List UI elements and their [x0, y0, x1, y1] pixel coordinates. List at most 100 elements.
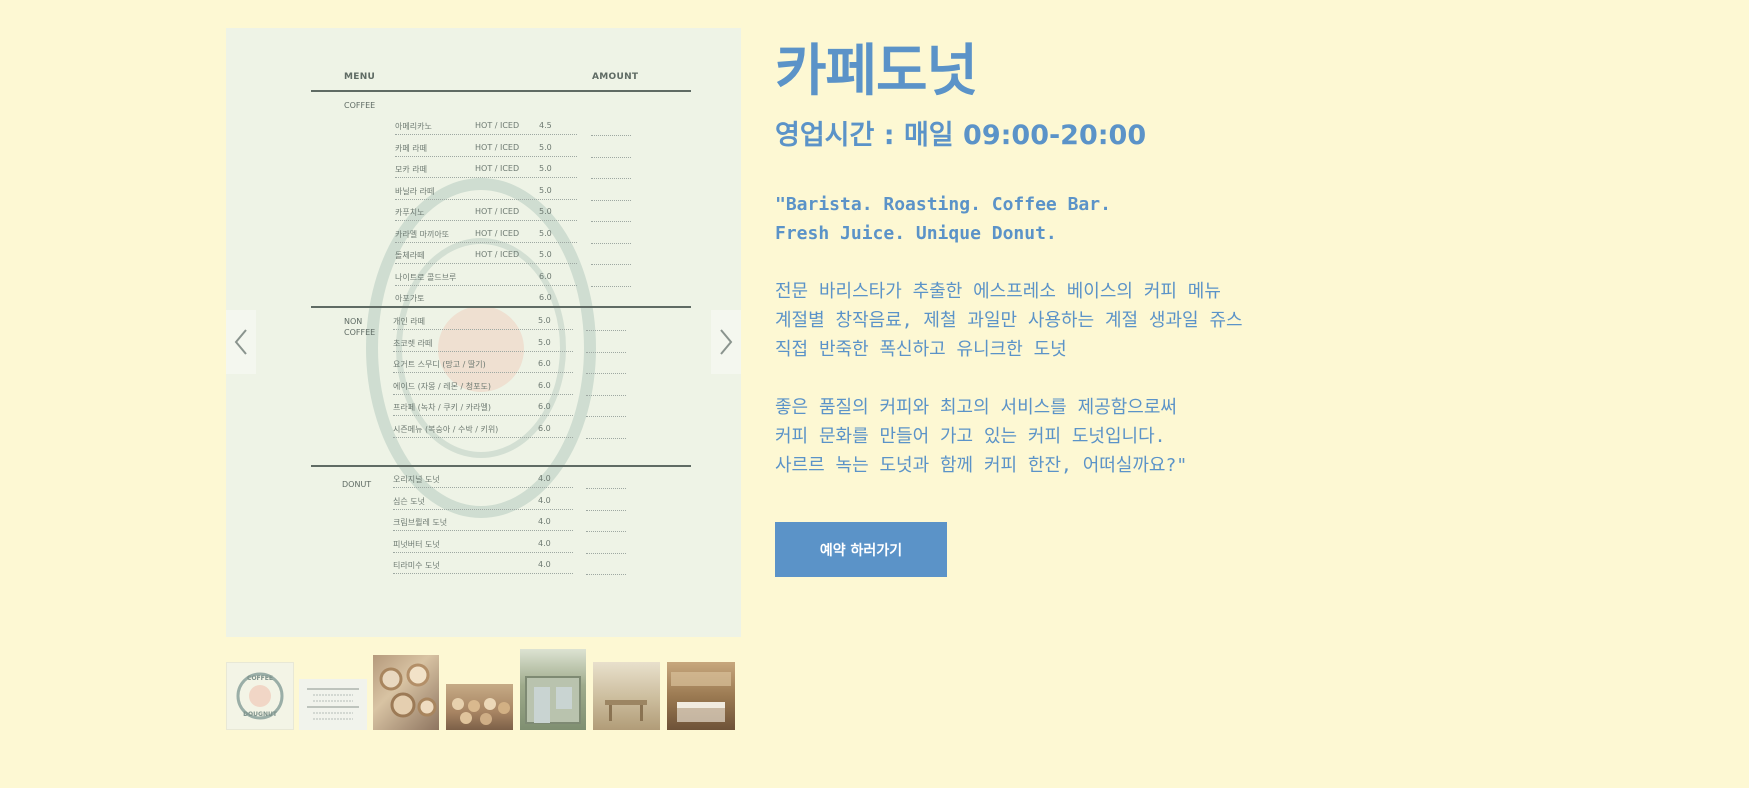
section-rule [311, 306, 691, 308]
menu-item-row: 요거트 스무디 (망고 / 딸기) 6.0 [393, 358, 573, 373]
cafe-title: 카페도넛 [775, 39, 978, 104]
menu-item-price: 6.0 [538, 423, 551, 433]
menu-item-row: 카페 라떼 HOT / ICED 5.0 [395, 142, 577, 157]
business-hours: 영업시간 : 매일 09:00-20:00 [775, 120, 1147, 151]
menu-amount-line [586, 573, 626, 575]
menu-amount-line [591, 177, 631, 179]
menu-item-name: 오리지널 도넛 [393, 475, 440, 484]
menu-item-name: 카라멜 마끼아또 [395, 229, 450, 239]
menu-item-name: 크림브륄레 도넛 [393, 518, 448, 527]
category-coffee: COFFEE [344, 101, 376, 110]
menu-item-row: 오리지널 도넛 4.0 [393, 473, 573, 488]
menu-amount-line [586, 509, 626, 511]
interior-bar-photo-icon [671, 672, 731, 722]
chevron-right-icon [720, 329, 733, 355]
reserve-button[interactable]: 예약 하러가기 [775, 522, 947, 577]
coffee-dougnut-logo-icon: COFFEE DOUGNUT [236, 672, 284, 720]
thumbnail-logo[interactable]: COFFEE DOUGNUT [226, 662, 294, 730]
prev-image-button[interactable] [226, 310, 256, 374]
category-non-coffee: NON COFFEE [344, 317, 376, 337]
menu-item-price: 4.5 [539, 121, 552, 130]
chevron-left-icon [234, 329, 247, 355]
menu-item-row: 초코렛 라떼 5.0 [393, 337, 573, 352]
menu-amount-line [591, 263, 631, 265]
section-rule [311, 90, 691, 92]
menu-item-name: 카푸치노 [395, 208, 425, 217]
menu-item-row: 크림브륄레 도넛 4.0 [393, 516, 573, 531]
image-gallery: MENU AMOUNT COFFEE 아메리카노 HOT / ICED 4.5 카페 … [226, 28, 741, 637]
menu-amount-line [591, 199, 631, 201]
menu-item-price: 4.0 [538, 560, 551, 569]
svg-text:DOUGNUT: DOUGNUT [243, 711, 278, 718]
menu-item-row: 아포가토 6.0 [395, 292, 577, 307]
thumbnail-menu[interactable] [299, 679, 367, 730]
menu-amount-line [586, 530, 626, 532]
menu-amount-line [586, 415, 626, 417]
menu-item-name: 초코렛 라떼 [393, 338, 433, 348]
menu-item-name: 피넛버터 도넛 [393, 539, 440, 549]
menu-item-name: 시즌메뉴 (복숭아 / 수박 / 키위) [393, 424, 499, 434]
menu-header: MENU [344, 72, 376, 82]
thumbnail-strip: COFFEE DOUGNUT [226, 646, 741, 730]
menu-item-price: 5.0 [539, 250, 552, 259]
menu-item-price: 6.0 [539, 293, 552, 302]
menu-item-row: 시즌메뉴 (복숭아 / 수박 / 키위) 6.0 [393, 423, 573, 438]
menu-item-name: 돌체라떼 [395, 251, 425, 260]
menu-item-temp: HOT / ICED [475, 142, 520, 152]
menu-item-price: 5.0 [539, 207, 552, 216]
thumbnail-donuts-box[interactable] [373, 655, 439, 730]
menu-item-temp: HOT / ICED [475, 228, 520, 238]
menu-item-price: 5.0 [539, 164, 552, 173]
menu-item-price: 4.0 [538, 474, 551, 483]
menu-item-name: 나이트로 콜드브루 [395, 272, 457, 282]
menu-item-name: 티라미수 도넛 [393, 561, 440, 570]
menu-item-temp: HOT / ICED [475, 121, 520, 130]
menu-item-price: 5.0 [539, 228, 552, 238]
description-paragraph-2: 좋은 품질의 커피와 최고의 서비스를 제공함으로써 커피 문화를 만들어 가고… [775, 397, 1188, 476]
interior-seating-photo-icon [605, 700, 647, 721]
thumbnail-storefront[interactable] [520, 649, 586, 730]
menu-item-temp: HOT / ICED [475, 164, 520, 173]
menu-item-temp: HOT / ICED [475, 250, 520, 259]
menu-item-price: 6.0 [538, 380, 551, 390]
next-image-button[interactable] [711, 310, 741, 374]
description-paragraph-1: 전문 바리스타가 추출한 에스프레소 베이스의 커피 메뉴 계절별 창작음료, … [775, 281, 1243, 360]
svg-text:COFFEE: COFFEE [247, 675, 273, 682]
menu-amount-line [586, 487, 626, 489]
donut-display-photo-icon [452, 698, 510, 725]
menu-item-row: 개인 라떼 5.0 [393, 315, 573, 330]
menu-item-name: 에이드 (자몽 / 레몬 / 청포도) [393, 381, 491, 391]
menu-thumbnail-icon [307, 688, 359, 720]
menu-item-row: 돌체라떼 HOT / ICED 5.0 [395, 249, 577, 264]
menu-item-row: 카라멜 마끼아또 HOT / ICED 5.0 [395, 228, 577, 243]
menu-amount-line [586, 329, 626, 331]
menu-item-row: 바닐라 라떼 5.0 [395, 185, 577, 200]
tagline: "Barista. Roasting. Coffee Bar. Fresh Ju… [775, 194, 1111, 244]
menu-item-row: 티라미수 도넛 4.0 [393, 559, 573, 574]
menu-item-price: 6.0 [539, 271, 552, 281]
thumbnail-interior-seating[interactable] [593, 662, 660, 730]
thumbnail-interior-bar[interactable] [667, 662, 735, 730]
menu-amount-line [591, 156, 631, 158]
amount-header: AMOUNT [592, 72, 639, 82]
menu-item-row: 심슨 도넛 4.0 [393, 495, 573, 510]
thumbnail-donut-display[interactable] [446, 684, 513, 730]
menu-item-price: 4.0 [538, 517, 551, 526]
menu-item-name: 요거트 스무디 (망고 / 딸기) [393, 360, 486, 369]
section-rule [311, 465, 691, 467]
menu-amount-line [591, 220, 631, 222]
menu-amount-line [586, 394, 626, 396]
donuts-photo-icon [379, 663, 437, 718]
menu-item-price: 6.0 [538, 359, 551, 368]
menu-amount-line [591, 285, 631, 287]
menu-item-price: 6.0 [538, 402, 551, 411]
menu-amount-line [586, 552, 626, 554]
menu-item-price: 5.0 [538, 316, 551, 325]
menu-item-row: 피넛버터 도넛 4.0 [393, 538, 573, 553]
menu-item-row: 아메리카노 HOT / ICED 4.5 [395, 120, 577, 135]
menu-item-price: 5.0 [539, 185, 552, 195]
menu-item-name: 개인 라떼 [393, 317, 425, 326]
menu-amount-line [586, 351, 626, 353]
menu-item-price: 5.0 [538, 337, 551, 347]
menu-item-name: 카페 라떼 [395, 143, 427, 153]
